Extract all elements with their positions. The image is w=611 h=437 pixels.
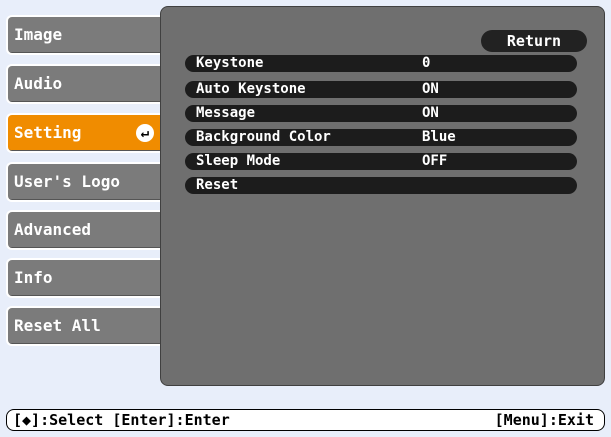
menu-item-users-logo[interactable]: User's Logo [6, 162, 164, 202]
setting-label: Message [196, 105, 256, 121]
menu-item-label: Setting [14, 123, 82, 142]
setting-label: Reset [196, 177, 239, 193]
menu-item-label: Advanced [14, 220, 92, 239]
setting-value: Blue [422, 129, 456, 145]
setting-value: 0 [422, 55, 431, 71]
menu-item-label: User's Logo [14, 172, 120, 191]
setting-value: ON [422, 81, 439, 97]
menu-item-reset-all[interactable]: Reset All [6, 306, 164, 346]
settings-panel: Return Keystone 0 Auto Keystone ON Messa… [160, 6, 605, 386]
setting-row-auto-keystone[interactable]: Auto Keystone ON [185, 81, 577, 98]
projector-osd: Image Audio Setting ↵ User's Logo Advanc… [0, 0, 611, 437]
menu-item-label: Audio [14, 74, 63, 93]
setting-label: Sleep Mode [196, 153, 281, 169]
enter-icon: ↵ [136, 124, 154, 142]
setting-value: OFF [422, 153, 448, 169]
setting-row-sleep-mode[interactable]: Sleep Mode OFF [185, 153, 577, 170]
setting-label: Keystone [196, 55, 264, 71]
return-button[interactable]: Return [481, 30, 587, 52]
menu-item-info[interactable]: Info [6, 258, 164, 298]
setting-row-message[interactable]: Message ON [185, 105, 577, 122]
setting-label: Background Color [196, 129, 331, 145]
help-bar: [◆]:Select [Enter]:Enter [Menu]:Exit [6, 409, 605, 431]
setting-value: ON [422, 105, 439, 121]
menu-item-label: Reset All [14, 316, 101, 335]
menu-item-setting[interactable]: Setting ↵ [6, 113, 164, 153]
menu-item-audio[interactable]: Audio [6, 64, 164, 104]
help-text-exit: [Menu]:Exit [494, 411, 594, 429]
setting-row-background-color[interactable]: Background Color Blue [185, 129, 577, 146]
setting-row-keystone[interactable]: Keystone 0 [185, 55, 577, 72]
help-text-select-enter: [◆]:Select [Enter]:Enter [13, 411, 230, 429]
menu-item-label: Info [14, 268, 53, 287]
menu-item-image[interactable]: Image [6, 15, 164, 55]
setting-row-reset[interactable]: Reset [185, 177, 577, 194]
setting-label: Auto Keystone [196, 81, 306, 97]
menu-item-label: Image [14, 25, 63, 44]
menu-item-advanced[interactable]: Advanced [6, 210, 164, 250]
